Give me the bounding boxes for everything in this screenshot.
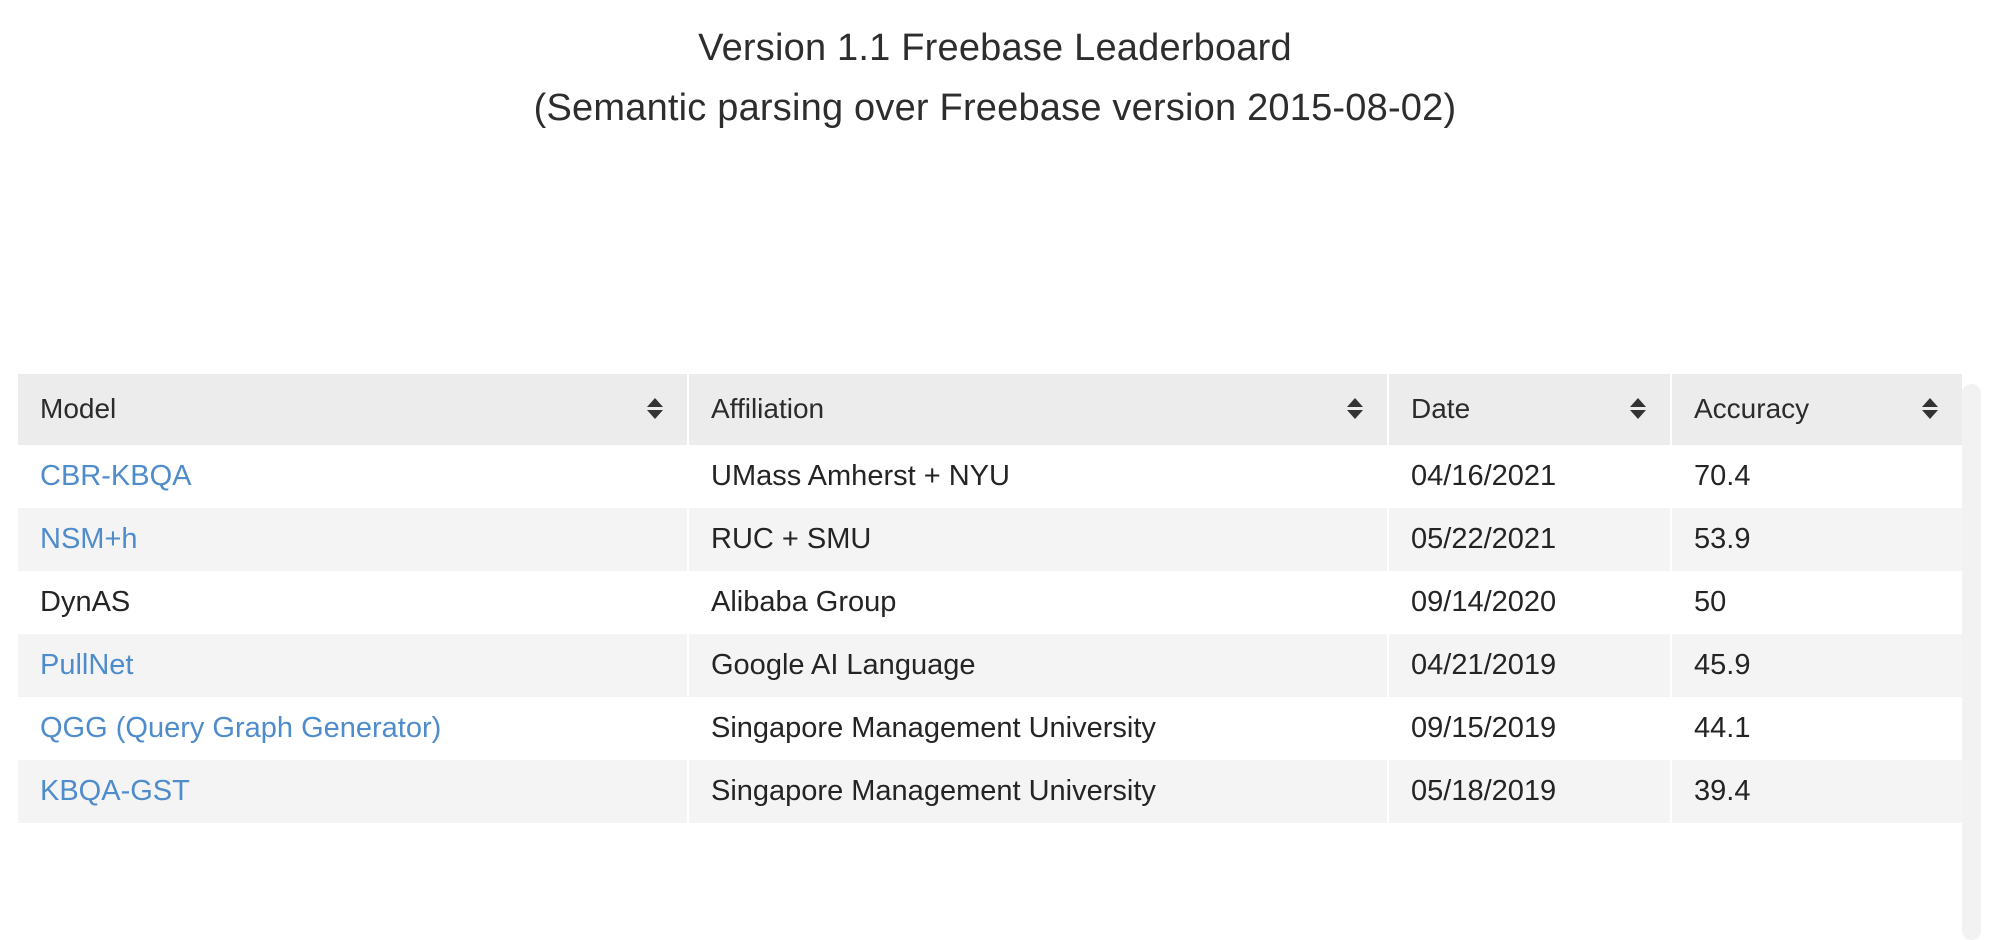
cell-affiliation: Alibaba Group [688, 571, 1389, 634]
leaderboard-scroll-region: Model Affiliation Date Accuracy CBR-KBQA… [18, 374, 1962, 940]
model-link[interactable]: CBR-KBQA [40, 460, 191, 492]
cell-affiliation: Google AI Language [688, 634, 1389, 697]
cell-model: NSM+h [18, 508, 689, 571]
cell-affiliation: UMass Amherst + NYU [688, 445, 1389, 508]
table-body: CBR-KBQA UMass Amherst + NYU 04/16/2021 70.… [18, 445, 1962, 823]
page-subtitle: (Semantic parsing over Freebase version … [533, 87, 1457, 129]
cell-date: 09/15/2019 [1388, 697, 1672, 760]
leaderboard-container: Model Affiliation Date Accuracy CBR-KBQA… [0, 138, 1990, 940]
cell-accuracy: 53.9 [1671, 508, 1962, 571]
cell-date: 04/16/2021 [1388, 445, 1672, 508]
table-row: CBR-KBQA UMass Amherst + NYU 04/16/2021 70.… [18, 445, 1962, 508]
column-header-affiliation-label: Affiliation [711, 392, 825, 424]
sort-updown-icon[interactable] [1630, 398, 1646, 419]
cell-model: KBQA-GST [18, 760, 689, 823]
cell-date: 05/22/2021 [1388, 508, 1672, 571]
table-row: QGG (Query Graph Generator) Singapore Man… [18, 697, 1962, 760]
column-header-affiliation[interactable]: Affiliation [688, 374, 1389, 445]
model-link[interactable]: KBQA-GST [40, 775, 190, 807]
cell-accuracy: 44.1 [1671, 697, 1962, 760]
model-link[interactable]: PullNet [40, 649, 134, 681]
cell-date: 05/18/2019 [1388, 760, 1672, 823]
vertical-scrollbar[interactable] [1962, 384, 1981, 940]
column-header-date-label: Date [1411, 392, 1471, 424]
table-row: PullNet Google AI Language 04/21/2019 45.9 [18, 634, 1962, 697]
cell-model: DynAS [18, 571, 689, 634]
column-header-accuracy-label: Accuracy [1694, 392, 1810, 424]
cell-accuracy: 45.9 [1671, 634, 1962, 697]
table-row: KBQA-GST Singapore Management University 0… [18, 760, 1962, 823]
column-header-model[interactable]: Model [18, 374, 689, 445]
table-row: DynAS Alibaba Group 09/14/2020 50 [18, 571, 1962, 634]
cell-affiliation: RUC + SMU [688, 508, 1389, 571]
table-row: NSM+h RUC + SMU 05/22/2021 53.9 [18, 508, 1962, 571]
sort-updown-icon[interactable] [1347, 398, 1363, 419]
sort-updown-icon[interactable] [647, 398, 663, 419]
cell-affiliation: Singapore Management University [688, 697, 1389, 760]
leaderboard-table: Model Affiliation Date Accuracy CBR-KBQA… [18, 374, 1962, 823]
cell-accuracy: 50 [1671, 571, 1962, 634]
column-header-model-label: Model [40, 392, 117, 424]
cell-model: QGG (Query Graph Generator) [18, 697, 689, 760]
column-header-accuracy[interactable]: Accuracy [1671, 374, 1962, 445]
cell-model: PullNet [18, 634, 689, 697]
table-header-row: Model Affiliation Date Accuracy [18, 374, 1962, 445]
cell-accuracy: 39.4 [1671, 760, 1962, 823]
cell-affiliation: Singapore Management University [688, 760, 1389, 823]
vertical-scrollbar-thumb[interactable] [1962, 384, 1981, 940]
cell-date: 09/14/2020 [1388, 571, 1672, 634]
cell-model: CBR-KBQA [18, 445, 689, 508]
page-title: Version 1.1 Freebase Leaderboard [698, 27, 1292, 69]
table-header: Model Affiliation Date Accuracy [18, 374, 1962, 445]
sort-updown-icon[interactable] [1922, 398, 1938, 419]
column-header-date[interactable]: Date [1388, 374, 1672, 445]
cell-date: 04/21/2019 [1388, 634, 1672, 697]
page-header: Version 1.1 Freebase Leaderboard (Semant… [0, 0, 1990, 138]
model-link[interactable]: QGG (Query Graph Generator) [40, 712, 441, 744]
model-link[interactable]: NSM+h [40, 523, 138, 555]
model-name: DynAS [40, 586, 131, 618]
cell-accuracy: 70.4 [1671, 445, 1962, 508]
